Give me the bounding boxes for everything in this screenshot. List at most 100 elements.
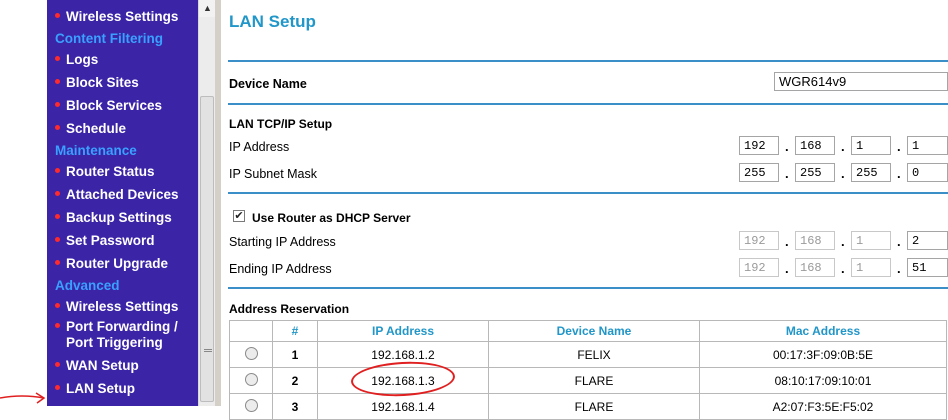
scroll-up-arrow-icon[interactable]: ▲ [199,0,216,17]
sidebar-item-label: Port Forwarding / Port Triggering [66,319,178,351]
starting-ip-octet-2[interactable] [795,231,835,250]
reservation-section-title: Address Reservation [229,302,350,316]
bullet-icon [55,167,60,173]
scroll-thumb[interactable] [200,96,214,402]
ending-ip-octet-2[interactable] [795,258,835,277]
scroll-grip-icon [204,349,212,352]
row-device-name: FELIX [488,341,700,368]
sidebar-item-router-upgrade[interactable]: Router Upgrade [47,254,168,274]
sidebar-item-block-services[interactable]: Block Services [47,96,162,116]
octet-separator: . [841,139,845,154]
sidebar-nav: Wireless Settings Content Filtering Logs Bl… [47,0,198,406]
row-mac-address: A2:07:F3:5E:F5:02 [699,393,947,420]
starting-ip-octet-4[interactable] [907,231,948,250]
sidebar-item-label: Router Upgrade [66,256,169,271]
row-select-cell [229,341,273,368]
bullet-icon [55,101,60,107]
dhcp-checkbox-label: Use Router as DHCP Server [252,211,411,225]
subnet-mask-octet-4[interactable] [907,163,948,182]
row-select-radio[interactable] [244,398,258,412]
sidebar-item-label: Block Services [66,98,163,113]
ip-address-octet-2[interactable] [795,136,835,155]
sidebar-item-wan-setup[interactable]: WAN Setup [47,356,139,376]
sidebar-item-lan-setup[interactable]: LAN Setup [47,379,135,399]
subnet-mask-octet-3[interactable] [851,163,891,182]
table-header-row: # IP Address Device Name Mac Address [229,320,947,342]
select-column-header [229,320,273,342]
sidebar-item-label: Schedule [66,121,127,136]
row-mac-address: 08:10:17:09:10:01 [699,367,947,394]
dhcp-checkbox[interactable]: ✔ [233,210,245,222]
sidebar-item-router-status[interactable]: Router Status [47,162,155,182]
ending-ip-octet-3[interactable] [851,258,891,277]
bullet-icon [55,190,60,196]
section-divider [228,192,948,194]
starting-ip-octet-1[interactable] [739,231,779,250]
octet-separator: . [841,166,845,181]
sidebar-item-wireless-settings[interactable]: Wireless Settings [47,7,178,27]
row-device-name: FLARE [488,393,700,420]
octet-separator: . [785,166,789,181]
device-name-label: Device Name [229,77,307,91]
sidebar-header-content-filtering: Content Filtering [55,31,163,46]
bullet-icon [55,124,60,130]
table-row: 3 192.168.1.4 FLARE A2:07:F3:5E:F5:02 [229,393,947,420]
sidebar-item-advanced-wireless-settings[interactable]: Wireless Settings [47,297,178,317]
ending-ip-octet-4[interactable] [907,258,948,277]
row-number: 2 [272,367,318,394]
subnet-mask-label: IP Subnet Mask [229,167,318,181]
row-device-name: FLARE [488,367,700,394]
row-select-cell [229,393,273,420]
bullet-icon [55,213,60,219]
row-mac-address: 00:17:3F:09:0B:5E [699,341,947,368]
bullet-icon [55,322,60,328]
bullet-icon [55,259,60,265]
ip-address-label: IP Address [229,140,290,154]
sidebar-scrollbar[interactable]: ▲ [198,0,216,406]
bullet-icon [55,55,60,61]
annotation-arrow-icon [0,392,46,404]
sidebar-item-backup-settings[interactable]: Backup Settings [47,208,172,228]
sidebar-header-advanced: Advanced [55,278,120,293]
page-title: LAN Setup [229,12,316,31]
sidebar-item-set-password[interactable]: Set Password [47,231,155,251]
ending-ip-octet-1[interactable] [739,258,779,277]
sidebar-item-label: Backup Settings [66,210,172,225]
column-header-mac: Mac Address [699,320,947,342]
sidebar-item-label-line1: Port Forwarding / [66,319,178,334]
sidebar-item-logs[interactable]: Logs [47,50,98,70]
sidebar-item-label: WAN Setup [66,358,139,373]
row-select-radio[interactable] [244,372,258,386]
table-row: 2 192.168.1.3 FLARE 08:10:17:09:10:01 [229,367,947,394]
ending-ip-label: Ending IP Address [229,262,332,276]
starting-ip-octet-3[interactable] [851,231,891,250]
sidebar-item-block-sites[interactable]: Block Sites [47,73,139,93]
row-select-radio[interactable] [244,346,258,360]
row-number: 3 [272,393,318,420]
ip-address-octet-4[interactable] [907,136,948,155]
bullet-icon [55,361,60,367]
section-divider [228,103,948,105]
section-divider [228,60,948,62]
sidebar-item-label: Wireless Settings [66,9,179,24]
octet-separator: . [897,261,901,276]
main-content: LAN Setup Device Name LAN TCP/IP Setup I… [221,0,948,420]
bullet-icon [55,78,60,84]
sidebar-item-label: Router Status [66,164,155,179]
sidebar-item-schedule[interactable]: Schedule [47,119,126,139]
row-number: 1 [272,341,318,368]
sidebar-item-label: Wireless Settings [66,299,179,314]
device-name-input[interactable] [774,72,948,91]
octet-separator: . [841,261,845,276]
subnet-mask-octet-1[interactable] [739,163,779,182]
subnet-mask-octet-2[interactable] [795,163,835,182]
ip-address-octet-1[interactable] [739,136,779,155]
column-header-ip: IP Address [317,320,489,342]
bullet-icon [55,384,60,390]
sidebar-item-port-forwarding[interactable]: Port Forwarding / Port Triggering [47,319,178,353]
sidebar-item-label: LAN Setup [66,381,135,396]
sidebar-item-attached-devices[interactable]: Attached Devices [47,185,179,205]
octet-separator: . [897,139,901,154]
ip-address-octet-3[interactable] [851,136,891,155]
row-select-cell [229,367,273,394]
